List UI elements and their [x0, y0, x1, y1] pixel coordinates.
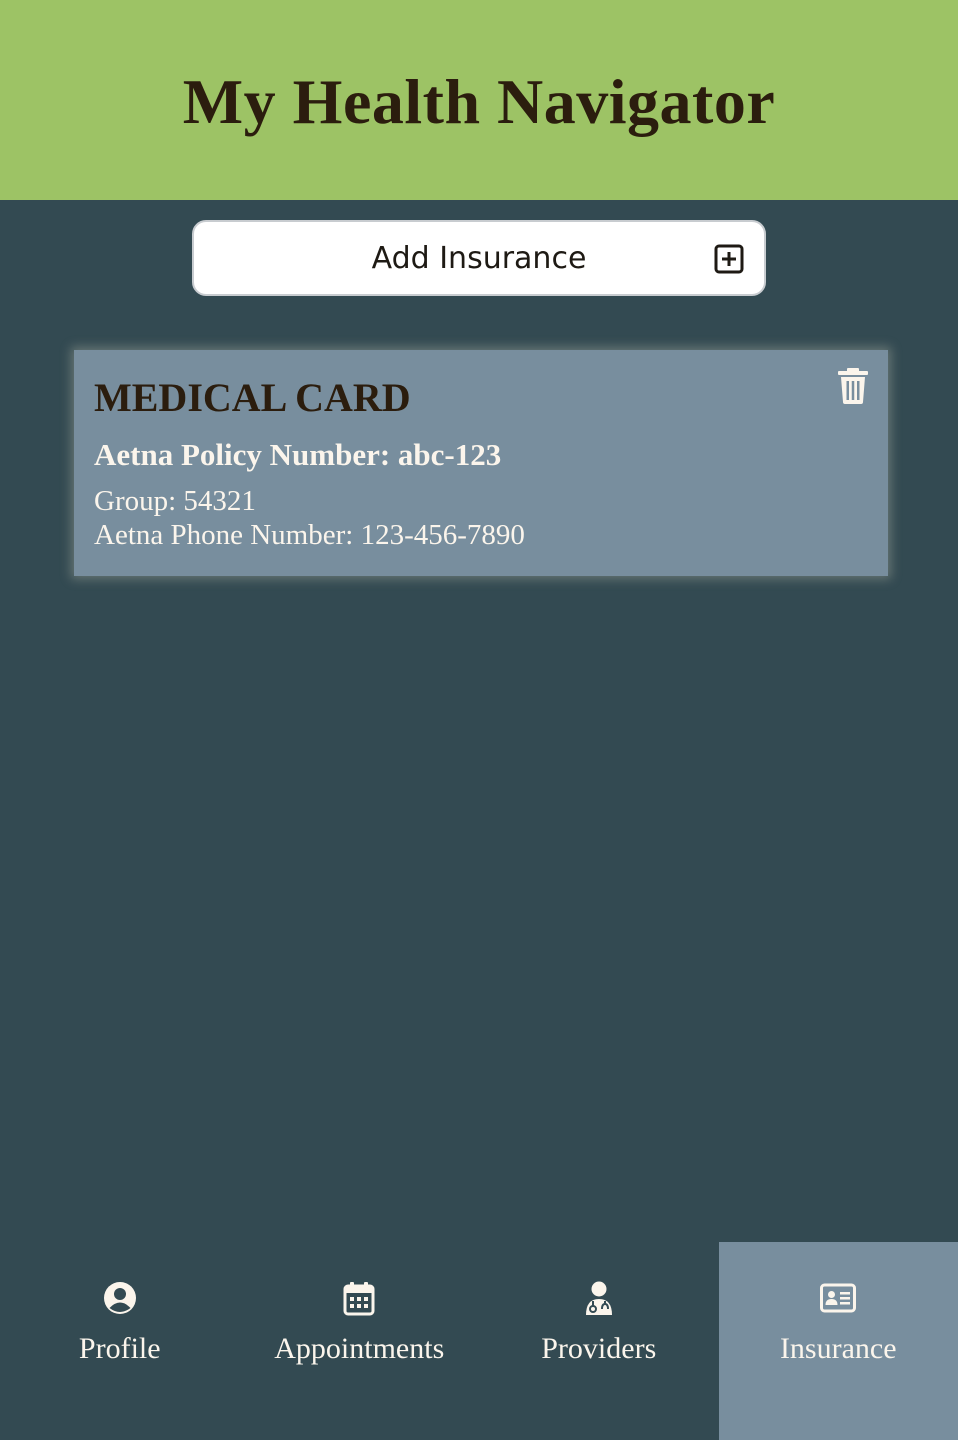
- trash-icon[interactable]: [838, 368, 868, 404]
- nav-label-insurance: Insurance: [779, 1332, 897, 1365]
- bottom-nav: Profile Appointments Providers Insurance: [0, 1242, 958, 1440]
- user-circle-icon: [103, 1282, 136, 1314]
- nav-item-profile[interactable]: Profile: [0, 1242, 240, 1440]
- calendar-icon: [343, 1282, 375, 1316]
- nav-item-providers[interactable]: Providers: [479, 1242, 719, 1440]
- nav-label-appointments: Appointments: [274, 1332, 445, 1365]
- phone-number: Aetna Phone Number: 123-456-7890: [94, 519, 525, 551]
- group-number: Group: 54321: [94, 485, 256, 517]
- plus-square-icon: [714, 244, 744, 274]
- policy-number: Aetna Policy Number: abc-123: [94, 437, 502, 472]
- nav-label-providers: Providers: [541, 1332, 657, 1365]
- add-insurance-button[interactable]: Add Insurance: [192, 220, 766, 296]
- add-insurance-label: Add Insurance: [371, 240, 587, 276]
- app-title: My Health Navigator: [182, 66, 776, 137]
- card-title: MEDICAL CARD: [94, 375, 411, 420]
- nav-item-insurance[interactable]: Insurance: [718, 1242, 958, 1440]
- id-card-icon: [820, 1283, 857, 1313]
- nav-label-profile: Profile: [78, 1332, 161, 1365]
- insurance-card: MEDICAL CARD Aetna Policy Number: abc-12…: [74, 350, 888, 576]
- nav-item-appointments[interactable]: Appointments: [240, 1242, 480, 1440]
- header: My Health Navigator: [0, 0, 958, 200]
- doctor-icon: [585, 1281, 612, 1315]
- app: My Health Navigator Add Insurance MEDICA…: [0, 0, 958, 1440]
